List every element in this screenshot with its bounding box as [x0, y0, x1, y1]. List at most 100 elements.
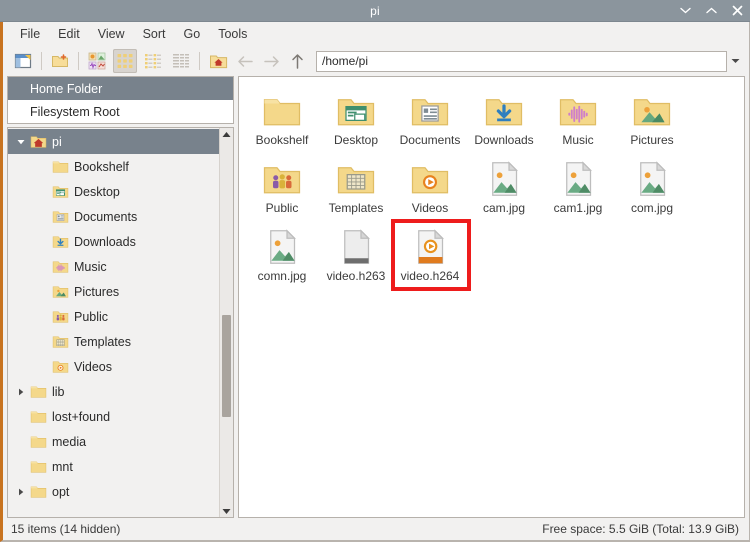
- file-item-cam-jpg[interactable]: cam.jpg: [467, 153, 541, 221]
- tree-item-pi[interactable]: pi: [8, 129, 219, 154]
- window-title: pi: [370, 4, 380, 18]
- thumbnail-view-button[interactable]: [85, 49, 109, 73]
- folder-pictures-icon: [632, 87, 672, 131]
- up-button[interactable]: [286, 50, 308, 72]
- tree-item-media[interactable]: media: [8, 429, 219, 454]
- chevron-right-icon[interactable]: [14, 488, 28, 496]
- file-item-cam1-jpg[interactable]: cam1.jpg: [541, 153, 615, 221]
- menu-tools[interactable]: Tools: [209, 25, 256, 43]
- path-entry[interactable]: /home/pi: [316, 51, 727, 72]
- path-dropdown-button[interactable]: [727, 51, 743, 72]
- file-item-comn-jpg[interactable]: comn.jpg: [245, 221, 319, 289]
- tree-item-mnt[interactable]: mnt: [8, 454, 219, 479]
- tree-item-lib[interactable]: lib: [8, 379, 219, 404]
- folder-videos-icon: [410, 155, 450, 199]
- folder-plain-icon: [28, 458, 48, 475]
- tree-item-opt[interactable]: opt: [8, 479, 219, 504]
- tree-item-public[interactable]: Public: [8, 304, 219, 329]
- file-item-label: Bookshelf: [256, 133, 309, 147]
- menu-bar: File Edit View Sort Go Tools: [3, 22, 749, 46]
- folder-music-icon: [558, 87, 598, 131]
- sidebar-vertical-scrollbar[interactable]: [219, 128, 233, 517]
- scrollbar-track[interactable]: [220, 140, 233, 505]
- file-item-videos[interactable]: Videos: [393, 153, 467, 221]
- tree-item-documents[interactable]: Documents: [8, 204, 219, 229]
- file-item-bookshelf[interactable]: Bookshelf: [245, 85, 319, 153]
- file-item-video-h264[interactable]: video.h264: [393, 221, 467, 289]
- file-item-desktop[interactable]: Desktop: [319, 85, 393, 153]
- folder-plain-icon: [28, 408, 48, 425]
- folder-pictures-icon: [50, 283, 70, 300]
- menu-edit[interactable]: Edit: [49, 25, 89, 43]
- file-icon-grid: BookshelfDesktopDocumentsDownloadsMusicP…: [245, 85, 738, 289]
- chevron-down-icon[interactable]: [14, 139, 28, 145]
- folder-templates-icon: [336, 155, 376, 199]
- tree-item-label: mnt: [52, 460, 73, 474]
- main-content: Home Folder Filesystem Root piBookshelfD…: [3, 76, 749, 518]
- place-filesystem-root[interactable]: Filesystem Root: [8, 100, 233, 123]
- file-item-label: cam1.jpg: [554, 201, 603, 215]
- tree-item-lost-found[interactable]: lost+found: [8, 404, 219, 429]
- window-frame: File Edit View Sort Go Tools: [0, 22, 750, 542]
- tree-item-label: pi: [52, 135, 62, 149]
- folder-downloads-icon: [50, 233, 70, 250]
- file-item-label: video.h264: [401, 269, 460, 283]
- tree-item-label: Templates: [74, 335, 131, 349]
- folder-plain-icon: [28, 483, 48, 500]
- tree-item-label: Music: [74, 260, 107, 274]
- file-item-label: Documents: [400, 133, 461, 147]
- folder-desktop-icon: [336, 87, 376, 131]
- file-item-pictures[interactable]: Pictures: [615, 85, 689, 153]
- folder-plain-icon: [28, 383, 48, 400]
- forward-button[interactable]: [260, 50, 282, 72]
- tree-item-downloads[interactable]: Downloads: [8, 229, 219, 254]
- detailed-list-view-button[interactable]: [169, 49, 193, 73]
- chevron-right-icon[interactable]: [14, 388, 28, 396]
- scrollbar-thumb[interactable]: [222, 315, 231, 417]
- folder-downloads-icon: [484, 87, 524, 131]
- tree-item-bookshelf[interactable]: Bookshelf: [8, 154, 219, 179]
- folder-public-icon: [50, 308, 70, 325]
- file-item-label: com.jpg: [631, 201, 673, 215]
- back-button[interactable]: [234, 50, 256, 72]
- file-item-com-jpg[interactable]: com.jpg: [615, 153, 689, 221]
- maximize-button[interactable]: [706, 7, 718, 14]
- scroll-up-arrow-icon[interactable]: [222, 128, 231, 140]
- tree-item-music[interactable]: Music: [8, 254, 219, 279]
- sidebar: Home Folder Filesystem Root piBookshelfD…: [7, 76, 234, 518]
- place-label: Home Folder: [30, 82, 102, 96]
- new-folder-button[interactable]: [48, 49, 72, 73]
- file-item-downloads[interactable]: Downloads: [467, 85, 541, 153]
- file-item-templates[interactable]: Templates: [319, 153, 393, 221]
- compact-view-button[interactable]: [141, 49, 165, 73]
- place-home-folder[interactable]: Home Folder: [8, 77, 233, 100]
- menu-sort[interactable]: Sort: [134, 25, 175, 43]
- close-button[interactable]: [732, 5, 744, 16]
- menu-go[interactable]: Go: [175, 25, 210, 43]
- tree-item-label: lib: [52, 385, 65, 399]
- file-item-label: video.h263: [327, 269, 386, 283]
- minimize-button[interactable]: [680, 7, 692, 14]
- folder-plain-icon: [28, 433, 48, 450]
- scroll-down-arrow-icon[interactable]: [222, 505, 231, 517]
- tree-item-templates[interactable]: Templates: [8, 329, 219, 354]
- generic-file-icon: [336, 223, 376, 267]
- file-item-video-h263[interactable]: video.h263: [319, 221, 393, 289]
- file-item-documents[interactable]: Documents: [393, 85, 467, 153]
- tree-item-desktop[interactable]: Desktop: [8, 179, 219, 204]
- file-item-music[interactable]: Music: [541, 85, 615, 153]
- toolbar-separator: [199, 52, 200, 70]
- tree-item-videos[interactable]: Videos: [8, 354, 219, 379]
- menu-file[interactable]: File: [11, 25, 49, 43]
- icon-view-button[interactable]: [113, 49, 137, 73]
- toolbar-separator: [41, 52, 42, 70]
- home-button[interactable]: [206, 49, 230, 73]
- file-list-pane[interactable]: BookshelfDesktopDocumentsDownloadsMusicP…: [238, 76, 745, 518]
- folder-plain-icon: [50, 158, 70, 175]
- item-count-label: 15 items (14 hidden): [11, 522, 120, 536]
- file-item-public[interactable]: Public: [245, 153, 319, 221]
- menu-view[interactable]: View: [89, 25, 134, 43]
- file-item-label: Videos: [412, 201, 448, 215]
- new-tab-button[interactable]: [11, 49, 35, 73]
- tree-item-pictures[interactable]: Pictures: [8, 279, 219, 304]
